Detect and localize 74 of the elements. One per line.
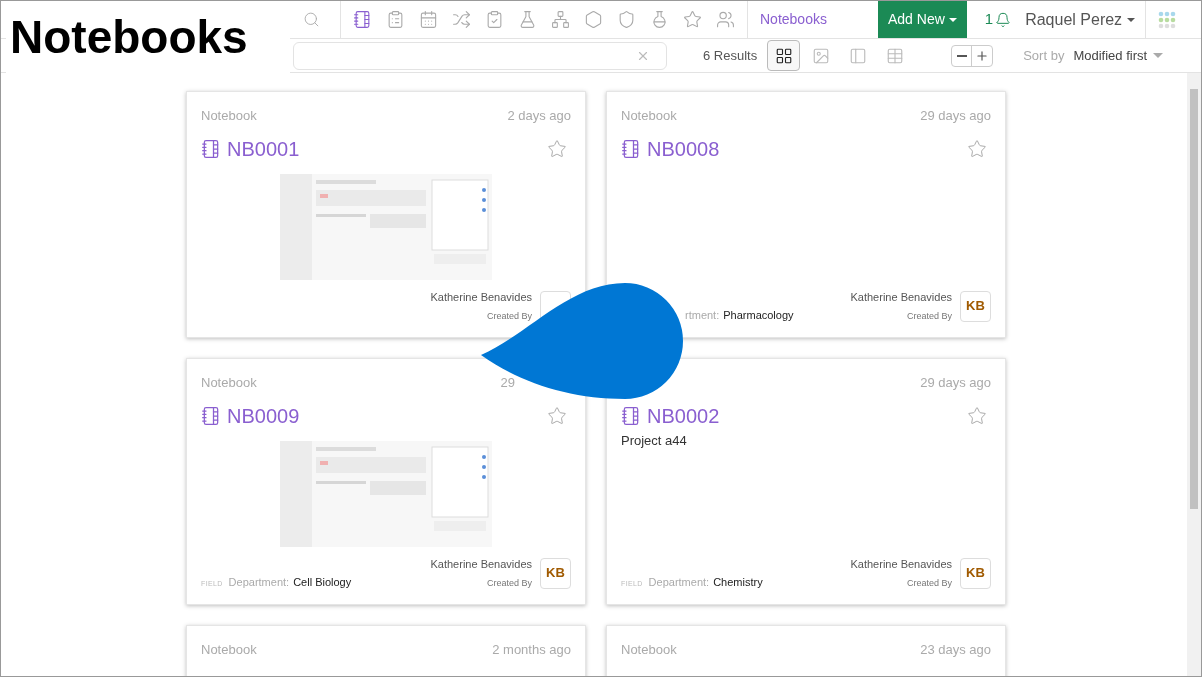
card-type: Notebook: [201, 107, 257, 125]
star-icon[interactable]: [547, 405, 567, 426]
minus-icon: [956, 54, 967, 57]
author-role: Created By: [486, 576, 532, 590]
flask-icon[interactable]: [518, 10, 537, 29]
grid-view-icon[interactable]: [767, 40, 801, 71]
card-date: 23 days ago: [920, 641, 991, 659]
field-value: Pharmacology: [723, 307, 794, 323]
shield-icon[interactable]: [617, 10, 636, 29]
notebook-icon: [621, 138, 641, 159]
star-icon[interactable]: [967, 138, 987, 159]
field-value: Cell Biology: [293, 574, 352, 590]
sort-dropdown[interactable]: Modified first: [1073, 45, 1164, 66]
scrollbar[interactable]: [1187, 73, 1201, 676]
caret-icon: [1153, 53, 1164, 58]
notebook-icon: [201, 138, 221, 159]
card-date: 2 months ago: [492, 641, 571, 659]
search-icon[interactable]: [303, 11, 320, 28]
section-link[interactable]: Notebooks: [748, 9, 878, 30]
field-label: Department:: [228, 574, 290, 590]
add-new-button[interactable]: Add New: [878, 1, 967, 38]
notebook-icon: [201, 405, 221, 426]
notebook-icon: [621, 405, 641, 426]
notebook-icon[interactable]: [353, 10, 372, 29]
card-date: 29 days ago: [920, 107, 991, 125]
shuffle-icon[interactable]: [452, 10, 471, 29]
results-count: 6 Results: [703, 46, 758, 65]
card-date: 29 days ago: [920, 374, 991, 392]
bell-icon[interactable]: [995, 11, 1012, 28]
hexagon-icon[interactable]: [584, 10, 603, 29]
card-type: Notebook: [621, 641, 677, 659]
users-icon[interactable]: [716, 10, 735, 29]
notebook-subtitle: Project a44: [621, 431, 688, 450]
author-role: Created By: [906, 576, 952, 590]
card-type: Notebook: [201, 641, 257, 659]
flask-icon[interactable]: [650, 10, 669, 29]
clipboard-check-icon[interactable]: [485, 10, 504, 29]
card-date: 2 days ago: [507, 107, 571, 125]
field-label: rtment:: [685, 307, 720, 323]
author-role: Created By: [906, 309, 952, 323]
notebook-title[interactable]: NB0002: [647, 400, 720, 431]
caret-icon: [948, 17, 957, 22]
author-name: Katherine Benavides: [850, 557, 952, 572]
author-avatar: KB: [540, 557, 571, 589]
author-avatar: KB: [960, 290, 991, 322]
author-name: Katherine Benavides: [850, 290, 952, 305]
notebook-title[interactable]: NB0001: [227, 133, 300, 164]
star-icon[interactable]: [683, 10, 702, 29]
star-icon[interactable]: [547, 138, 567, 159]
author-name: Katherine Benavides: [430, 557, 532, 572]
user-menu[interactable]: Raquel Perez: [1025, 7, 1136, 32]
notebook-card[interactable]: Notebook 2 months ago: [186, 625, 586, 676]
field-value: Chemistry: [713, 574, 763, 590]
author-name: Katherine Benavides: [430, 290, 532, 305]
notification-count: 1: [984, 9, 994, 30]
apps-grid-icon[interactable]: [1158, 10, 1177, 29]
sort-label: Sort by: [1023, 46, 1065, 65]
notebook-card[interactable]: Notebook 29 days ago NB0008 rtment: Pharmacology Katherine Benavides Created By KB: [606, 91, 1006, 338]
notebook-title[interactable]: NB0009: [227, 400, 300, 431]
notebook-title[interactable]: NB0008: [647, 133, 720, 164]
star-icon[interactable]: [967, 405, 987, 426]
notebook-card[interactable]: Notebook 2 days ago NB0001 Katherine Benavides Created By: [186, 91, 586, 338]
field-label: Department:: [648, 574, 710, 590]
notebook-card[interactable]: Notebook 23 days ago: [606, 625, 1006, 676]
card-date: 29: [500, 374, 515, 392]
plus-icon: [975, 48, 990, 63]
network-icon[interactable]: [551, 10, 570, 29]
calendar-icon[interactable]: [419, 10, 438, 29]
author-role: Created By: [486, 309, 532, 323]
author-avatar: KB: [960, 557, 991, 589]
clipboard-icon[interactable]: [386, 10, 405, 29]
caret-icon: [1127, 17, 1136, 22]
card-type: Notebook: [621, 107, 677, 125]
card-type: Notebook: [201, 374, 257, 392]
